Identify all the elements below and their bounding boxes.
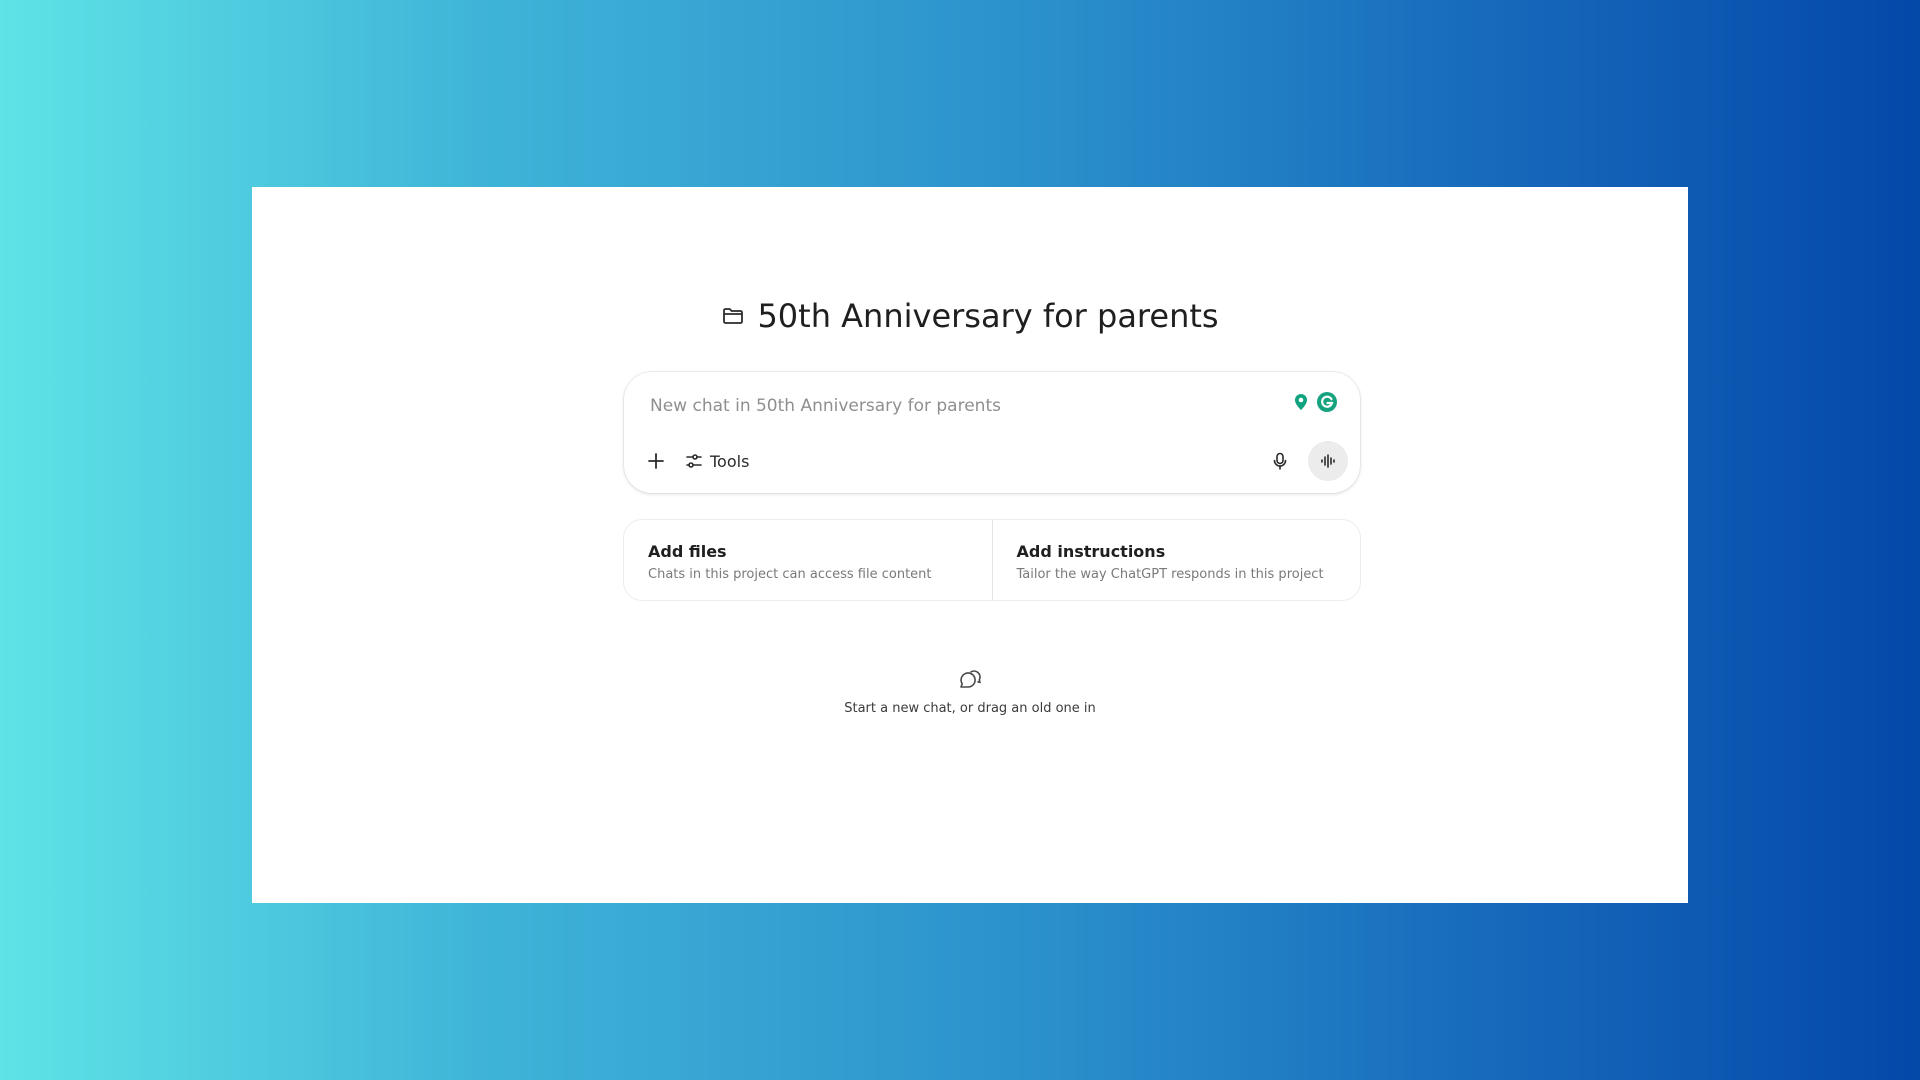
grammarly-extension-icon[interactable] <box>1316 391 1338 413</box>
app-window: 50th Anniversary for parents New chat in… <box>252 187 1688 903</box>
card-subtitle: Tailor the way ChatGPT responds in this … <box>1016 567 1324 582</box>
page-title: 50th Anniversary for parents <box>757 297 1219 335</box>
chat-composer: Tools <box>624 372 1360 493</box>
empty-chat-list: Start a new chat, or drag an old one in <box>252 667 1688 716</box>
card-title: Add files <box>648 542 727 561</box>
location-pin-extension-icon[interactable] <box>1290 391 1312 413</box>
project-cards: Add files Chats in this project can acce… <box>624 520 1360 600</box>
new-chat-input[interactable] <box>648 390 1252 422</box>
plus-icon <box>648 453 664 469</box>
extension-badges <box>1290 391 1338 413</box>
folder-icon <box>721 304 745 328</box>
tools-button[interactable]: Tools <box>678 443 759 479</box>
composer-toolbar: Tools <box>638 441 1348 481</box>
voice-waveform-icon <box>1321 454 1335 468</box>
add-attachment-button[interactable] <box>638 443 674 479</box>
empty-state-text: Start a new chat, or drag an old one in <box>844 701 1096 716</box>
voice-mode-button[interactable] <box>1308 441 1348 481</box>
microphone-icon <box>1273 452 1287 470</box>
add-instructions-card[interactable]: Add instructions Tailor the way ChatGPT … <box>991 520 1361 600</box>
add-files-card[interactable]: Add files Chats in this project can acce… <box>624 520 992 600</box>
card-title: Add instructions <box>1016 542 1166 561</box>
project-page: 50th Anniversary for parents New chat in… <box>252 187 1688 903</box>
chat-bubbles-icon <box>960 670 981 688</box>
sliders-icon <box>686 454 702 468</box>
card-subtitle: Chats in this project can access file co… <box>648 567 932 582</box>
dictate-button[interactable] <box>1262 443 1298 479</box>
tools-label: Tools <box>710 451 750 471</box>
project-header: 50th Anniversary for parents <box>252 297 1688 335</box>
